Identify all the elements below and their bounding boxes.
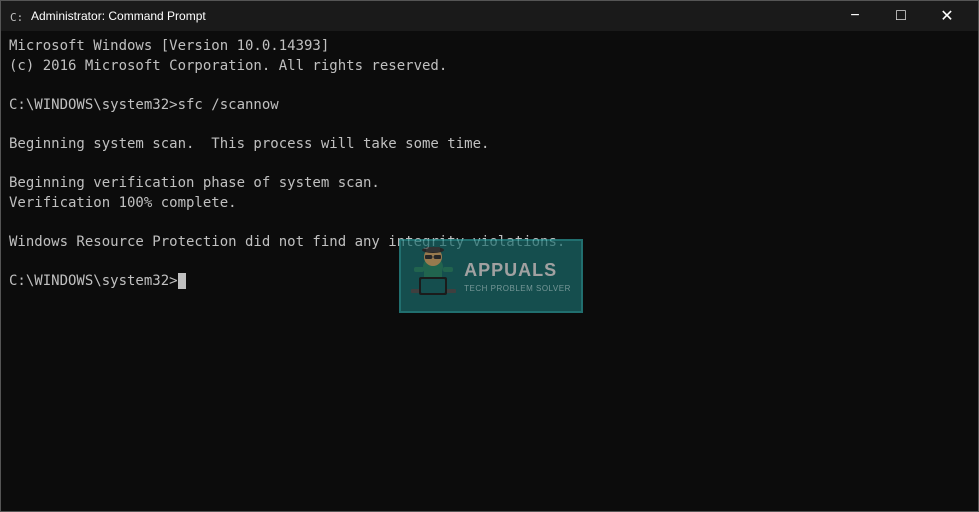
cmd-icon: C: xyxy=(9,8,25,24)
console-line-11: Windows Resource Protection did not find… xyxy=(9,233,970,253)
console-line-3 xyxy=(9,76,970,96)
console-line-5 xyxy=(9,115,970,135)
close-button[interactable]: ✕ xyxy=(924,1,970,31)
console-line-7 xyxy=(9,155,970,175)
console-line-10 xyxy=(9,213,970,233)
cmd-window: C: Administrator: Command Prompt − □ ✕ M… xyxy=(0,0,979,512)
console-line-4: C:\WINDOWS\system32>sfc /scannow xyxy=(9,96,970,116)
console-area[interactable]: Microsoft Windows [Version 10.0.14393] (… xyxy=(1,31,978,511)
window-controls: − □ ✕ xyxy=(832,1,970,31)
console-line-6: Beginning system scan. This process will… xyxy=(9,135,970,155)
console-line-9: Verification 100% complete. xyxy=(9,194,970,214)
cursor xyxy=(178,273,186,289)
title-bar: C: Administrator: Command Prompt − □ ✕ xyxy=(1,1,978,31)
minimize-button[interactable]: − xyxy=(832,1,878,31)
console-line-12 xyxy=(9,253,970,273)
console-line-8: Beginning verification phase of system s… xyxy=(9,174,970,194)
svg-text:C:: C: xyxy=(10,11,23,24)
console-prompt-line: C:\WINDOWS\system32> xyxy=(9,272,970,292)
maximize-button[interactable]: □ xyxy=(878,1,924,31)
console-line-1: Microsoft Windows [Version 10.0.14393] xyxy=(9,37,970,57)
console-line-2: (c) 2016 Microsoft Corporation. All righ… xyxy=(9,57,970,77)
window-title: Administrator: Command Prompt xyxy=(31,9,832,23)
